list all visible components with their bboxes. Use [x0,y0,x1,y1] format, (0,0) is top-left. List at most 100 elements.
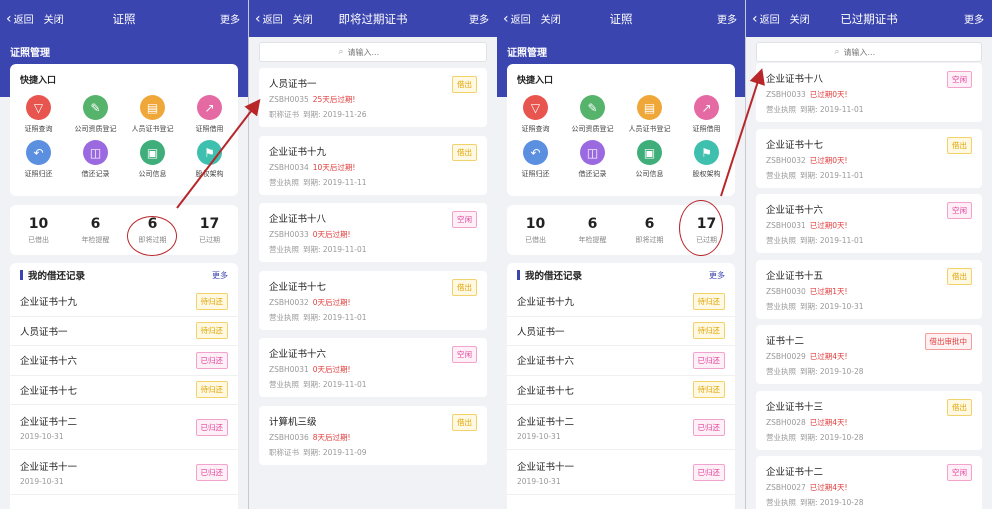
back-button[interactable]: ‹ 返回 [255,11,283,27]
cert-card[interactable]: 计算机三级 ZSBH0036 8天后过期! 职称证书 到期: 2019-11-09 借出 [259,405,487,465]
cert-name: 企业证书十七 [766,139,824,151]
cert-card[interactable]: 企业证书十三 ZSBH0028 已过期4天! 营业执照 到期: 2019-10-28 借出 [756,390,982,450]
cert-card[interactable]: 证书十二 ZSBH0029 已过期4天! 营业执照 到期: 2019-10-28 借出审批… [756,325,982,384]
borrow-record-row[interactable]: 企业证书十七 待归还 [507,376,735,405]
back-label: 返回 [759,15,780,26]
quick-entry-item[interactable]: ◫ 借还记录 [564,140,621,179]
record-info: 企业证书十七 [20,383,77,397]
stat-item[interactable]: 6 即将过期 [124,205,181,255]
quick-entry-item[interactable]: ↗ 证照借用 [181,95,238,134]
borrow-record-row[interactable]: 企业证书十一 2019-10-31 已归还 [507,450,735,495]
quick-entry-item[interactable]: ▣ 公司信息 [621,140,678,179]
more-button[interactable]: 更多 [717,11,737,26]
search-input[interactable] [347,47,408,57]
stat-item[interactable]: 6 年检提醒 [67,205,124,255]
status-badge: 空闲 [452,346,477,363]
cert-card[interactable]: 企业证书十八 ZSBH0033 已过期0天! 营业执照 到期: 2019-11-01 空闲 [756,63,982,122]
expiry-warning: 0天后过期! [312,365,351,374]
quick-entry-item[interactable]: ▤ 人员证书登记 [124,95,181,134]
quick-entry-item[interactable]: ↶ 证照归还 [10,140,67,179]
back-button[interactable]: ‹ 返回 [503,11,531,27]
quick-entry-item[interactable]: ✎ 公司资质登记 [67,95,124,134]
borrow-record-row[interactable]: 企业证书十九 待归还 [507,287,735,317]
close-button[interactable]: 关闭 [541,11,561,26]
back-label: 返回 [262,15,283,26]
cert-card[interactable]: 企业证书十九 ZSBH0034 10天后过期! 营业执照 到期: 2019-11-11 借… [259,135,487,195]
cert-name: 企业证书十六 [269,349,327,360]
expiry-warning: 已过期4天! [809,417,848,427]
more-button[interactable]: 更多 [964,11,984,26]
back-button[interactable]: ‹ 返回 [752,11,780,27]
quick-entry-card: 快捷入口 ▽ 证照查询 ✎ 公司资质登记 ▤ 人员证书登记 ↗ 证照借用 ↶ 证照归还 ◫ 借还记录 ▣… [507,64,735,196]
search-bar[interactable]: ⌕ [259,42,487,62]
quick-entry-item[interactable]: ✎ 公司资质登记 [564,95,621,134]
close-button[interactable]: 关闭 [790,11,810,26]
cert-code: ZSBH0034 [269,162,309,172]
stat-count: 17 [696,215,717,232]
more-button[interactable]: 更多 [469,11,489,26]
stat-label: 已过期 [199,235,220,244]
quick-entry-item[interactable]: ↶ 证照归还 [507,140,564,179]
stat-item[interactable]: 17 已过期 [678,205,735,255]
stat-item[interactable]: 6 年检提醒 [564,205,621,255]
expiry-warning: 0天后过期! [312,230,351,239]
quick-entry-item[interactable]: ⚑ 股权架构 [181,140,238,179]
cert-card[interactable]: 企业证书十八 ZSBH0033 0天后过期! 营业执照 到期: 2019-11-01 空闲 [259,203,487,262]
cert-card[interactable]: 企业证书十七 ZSBH0032 已过期0天! 营业执照 到期: 2019-11-01 借出 [756,128,982,188]
borrow-more-link[interactable]: 更多 [709,270,725,281]
close-button[interactable]: 关闭 [44,11,64,26]
record-info: 企业证书十六 [517,353,574,367]
borrow-record-row[interactable]: 人员证书一 待归还 [10,317,238,346]
record-name: 企业证书十七 [20,385,78,397]
record-date: 2019-10-31 [20,431,64,441]
borrow-record-row[interactable]: 企业证书十六 已归还 [507,346,735,376]
record-icon: ◫ [83,140,108,165]
borrow-record-row[interactable]: 企业证书十二 2019-10-31 已归还 [10,405,238,450]
expiry-warning: 已过期0天! [809,221,848,230]
close-button[interactable]: 关闭 [293,11,313,26]
cert-expiry-line: 营业执照 到期: 2019-11-01 [269,379,477,390]
cert-card[interactable]: 企业证书十七 ZSBH0032 0天后过期! 营业执照 到期: 2019-11-01 借出 [259,270,487,330]
borrow-record-row[interactable]: 企业证书十六 已归还 [10,346,238,376]
section-title: 证照管理 [10,48,50,59]
borrow-record-row[interactable]: 企业证书十二 2019-10-31 已归还 [507,405,735,450]
borrow-record-row[interactable]: 企业证书十九 待归还 [10,287,238,317]
expiry-warning: 已过期4天! [809,352,848,361]
quick-entry-item[interactable]: ⚑ 股权架构 [678,140,735,179]
borrow-record-row[interactable]: 企业证书十七 待归还 [10,376,238,405]
cert-card[interactable]: 企业证书十五 ZSBH0030 已过期1天! 营业执照 到期: 2019-10-31 借出 [756,259,982,319]
status-badge: 借出 [452,278,477,296]
quick-entry-item[interactable]: ↗ 证照借用 [678,95,735,134]
quick-entry-item[interactable]: ▽ 证照查询 [10,95,67,134]
quick-entry-item[interactable]: ◫ 借还记录 [67,140,124,179]
cert-card[interactable]: 企业证书十六 ZSBH0031 已过期0天! 营业执照 到期: 2019-11-01 空闲 [756,194,982,253]
borrow-more-link[interactable]: 更多 [212,270,228,281]
filter-icon: ▽ [523,95,548,120]
search-bar[interactable]: ⌕ [756,42,982,62]
quick-entry-item[interactable]: ▽ 证照查询 [507,95,564,134]
stats-card: 10 已借出 6 年检提醒 6 即将过期 17 已过期 [10,205,238,255]
cert-name: 企业证书十三 [766,401,824,413]
stat-label: 已过期 [696,235,717,244]
borrow-record-row[interactable]: 企业证书十一 2019-10-31 已归还 [10,450,238,495]
more-button[interactable]: 更多 [220,11,240,26]
stat-item[interactable]: 6 即将过期 [621,205,678,255]
cert-code-line: ZSBH0028 已过期4天! [766,417,972,428]
cert-code-line: ZSBH0029 已过期4天! [766,351,972,362]
page-title: 已过期证书 [840,11,898,26]
cert-card[interactable]: 企业证书十二 ZSBH0027 已过期4天! 营业执照 到期: 2019-10-28 空闲 [756,456,982,509]
stat-item[interactable]: 10 已借出 [507,205,564,255]
quick-entry-item[interactable]: ▤ 人员证书登记 [621,95,678,134]
cert-card[interactable]: 企业证书十六 ZSBH0031 0天后过期! 营业执照 到期: 2019-11-01 空闲 [259,338,487,397]
borrow-record-row[interactable]: 人员证书一 待归还 [507,317,735,346]
status-badge: 借出 [452,143,477,161]
search-input[interactable] [843,47,904,57]
quick-entry-item[interactable]: ▣ 公司信息 [124,140,181,179]
page-title: 即将过期证书 [338,11,408,26]
briefcase-icon: ▣ [637,140,662,165]
back-button[interactable]: ‹ 返回 [6,11,34,27]
cert-card[interactable]: 人员证书一 ZSBH0035 25天后过期! 职称证书 到期: 2019-11-26 借出 [259,68,487,127]
stat-item[interactable]: 10 已借出 [10,205,67,255]
stat-item[interactable]: 17 已过期 [181,205,238,255]
quick-entry-label: 证照归还 [24,170,53,178]
